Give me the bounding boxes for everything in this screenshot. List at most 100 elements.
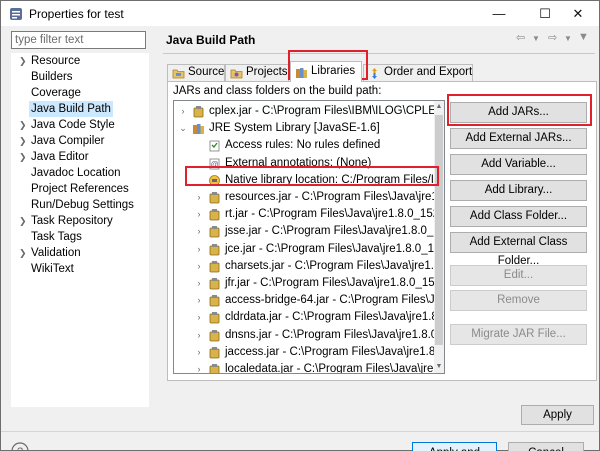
chevron-right-icon[interactable]: ❯ [19, 133, 27, 149]
build-path-entry-label: JRE System Library [JavaSE-1.6] [209, 122, 380, 135]
jar-icon [209, 192, 220, 204]
sidebar-item-label: WikiText [31, 263, 74, 275]
add-jars-button[interactable]: Add JARs... [450, 102, 587, 123]
add-external-class-folder-button[interactable]: Add External Class Folder... [450, 232, 587, 267]
build-path-entry[interactable]: › charsets.jar - C:\Program Files\Java\jr… [174, 258, 444, 275]
chevron-right-icon[interactable]: › [194, 206, 204, 223]
build-path-entry[interactable]: Access rules: No rules defined [174, 137, 444, 154]
jar-icon [209, 312, 220, 324]
build-path-entry[interactable]: › access-bridge-64.jar - C:\Program Files… [174, 292, 444, 309]
build-path-entry[interactable]: ⌄ JRE System Library [JavaSE-1.6] [174, 120, 444, 137]
add-class-folder-button[interactable]: Add Class Folder... [450, 206, 587, 227]
remove-button[interactable]: Remove [450, 290, 587, 311]
scrollbar-thumb[interactable] [435, 115, 443, 345]
build-path-entry[interactable]: › rt.jar - C:\Program Files\Java\jre1.8.0… [174, 206, 444, 223]
chevron-right-icon[interactable]: › [194, 344, 204, 361]
build-path-entry[interactable]: › resources.jar - C:\Program Files\Java\j… [174, 189, 444, 206]
cancel-button[interactable]: Cancel [508, 442, 584, 451]
tab-libraries-label: Libraries [311, 65, 356, 77]
chevron-right-icon[interactable]: ❯ [19, 213, 27, 229]
chevron-right-icon[interactable]: ❯ [19, 245, 27, 261]
chevron-right-icon[interactable]: ❯ [19, 117, 27, 133]
build-path-tree[interactable]: › localedata.jar - C:\Program Files\Java\… [173, 100, 445, 374]
add-variable-button[interactable]: Add Variable... [450, 154, 587, 175]
jar-icon [209, 209, 220, 221]
close-button[interactable]: ✕ [555, 1, 600, 27]
sidebar-item-label: Java Code Style [31, 119, 115, 131]
sidebar-item-label: Validation [31, 247, 81, 259]
tab-libraries[interactable]: Libraries [290, 61, 362, 82]
native-lib-icon [209, 174, 220, 186]
edit-button[interactable]: Edit... [450, 265, 587, 286]
build-path-entry[interactable]: @ External annotations: (None) [174, 155, 444, 172]
chevron-right-icon[interactable]: › [194, 309, 204, 326]
chevron-down-icon[interactable]: ⌄ [178, 120, 188, 137]
chevron-right-icon[interactable]: › [194, 327, 204, 344]
build-tree-scrollbar[interactable]: ▲ ▼ [434, 101, 444, 373]
minimize-button[interactable]: — [476, 1, 522, 27]
back-dropdown-icon[interactable]: ▼ [532, 34, 540, 43]
filter-input[interactable] [11, 31, 146, 49]
build-path-entry[interactable]: › jaccess.jar - C:\Program Files\Java\jre… [174, 344, 444, 361]
scroll-up-icon[interactable]: ▲ [434, 101, 444, 113]
sidebar-item-label: Java Editor [31, 151, 89, 163]
scroll-down-icon[interactable]: ▼ [434, 361, 444, 373]
forward-dropdown-icon[interactable]: ▼ [564, 34, 572, 43]
build-path-entry-label: rt.jar - C:\Program Files\Java\jre1.8.0_… [225, 208, 445, 221]
build-path-entry[interactable]: › localedata.jar - C:\Program Files\Java\… [174, 361, 445, 374]
chevron-right-icon[interactable]: ❯ [19, 149, 27, 165]
source-folder-icon [172, 69, 185, 79]
help-icon[interactable]: ? [11, 442, 29, 451]
tab-order-and-export[interactable]: Order and Export [363, 64, 473, 81]
eclipse-app-icon [10, 8, 22, 20]
history-navigation: ⇦ ▼ ⇨ ▼ ▼ [514, 31, 592, 47]
jar-icon [209, 329, 220, 341]
chevron-right-icon[interactable]: ❯ [19, 53, 27, 69]
build-path-entry[interactable]: › cplex.jar - C:\Program Files\IBM\ILOG\C… [174, 103, 444, 120]
build-path-entry[interactable]: › jce.jar - C:\Program Files\Java\jre1.8.… [174, 241, 444, 258]
tab-projects[interactable]: Projects [225, 64, 289, 81]
footer-divider [1, 431, 599, 432]
apply-button[interactable]: Apply [521, 405, 594, 425]
chevron-right-icon[interactable]: › [194, 241, 204, 258]
library-icon [193, 124, 204, 135]
page-title: Java Build Path [166, 33, 256, 47]
jar-icon [209, 364, 220, 373]
close-icon: ✕ [572, 6, 584, 21]
chevron-right-icon[interactable]: › [194, 258, 204, 275]
add-external-jars-button[interactable]: Add External JARs... [450, 128, 587, 149]
jar-icon [209, 226, 220, 238]
title-bar: Properties for test — ☐ ✕ [0, 0, 600, 26]
build-path-entry[interactable]: › jfr.jar - C:\Program Files\Java\jre1.8.… [174, 275, 444, 292]
chevron-right-icon[interactable]: › [194, 275, 204, 292]
chevron-right-icon[interactable]: › [194, 292, 204, 309]
build-path-entry[interactable]: › jsse.jar - C:\Program Files\Java\jre1.8… [174, 223, 444, 240]
back-arrow-icon[interactable]: ⇦ [516, 31, 525, 44]
chevron-right-icon[interactable]: › [178, 103, 188, 120]
chevron-right-icon[interactable]: › [194, 223, 204, 240]
chevron-right-icon[interactable]: › [194, 361, 204, 373]
build-path-caption: JARs and class folders on the build path… [173, 85, 382, 97]
tab-strip: Source Projects Libraries Order and Expo… [167, 61, 597, 82]
apply-and-close-button[interactable]: Apply and Close [412, 442, 497, 451]
dialog-body: ❯ Resource Builders Coverage Java Build Path… [0, 26, 600, 451]
jar-icon [209, 295, 220, 307]
build-path-entry[interactable]: Native library location: C:/Program File… [174, 172, 444, 189]
forward-arrow-icon[interactable]: ⇨ [548, 31, 557, 44]
build-path-entry[interactable]: › dnsns.jar - C:\Program Files\Java\jre1.… [174, 327, 444, 344]
jar-icon [209, 278, 220, 290]
sidebar-item-label: Java Compiler [31, 135, 105, 147]
tab-source[interactable]: Source [167, 64, 225, 81]
add-library-button[interactable]: Add Library... [450, 180, 587, 201]
build-path-entry-label: jfr.jar - C:\Program Files\Java\jre1.8.0… [225, 277, 445, 289]
build-path-entry-label: localedata.jar - C:\Program Files\Java\j… [225, 363, 445, 374]
migrate-jar-button[interactable]: Migrate JAR File... [450, 324, 587, 345]
libraries-icon [296, 68, 307, 78]
view-menu-icon[interactable]: ▼ [578, 31, 589, 43]
build-path-entry[interactable]: › cldrdata.jar - C:\Program Files\Java\jr… [174, 309, 444, 326]
build-path-entry-label: resources.jar - C:\Program Files\Java\jr… [225, 191, 445, 203]
build-path-entry-label: cplex.jar - C:\Program Files\IBM\ILOG\CP… [209, 105, 445, 117]
order-export-icon [372, 68, 377, 79]
sidebar-item-label: Task Repository [31, 215, 113, 227]
chevron-right-icon[interactable]: › [194, 189, 204, 206]
